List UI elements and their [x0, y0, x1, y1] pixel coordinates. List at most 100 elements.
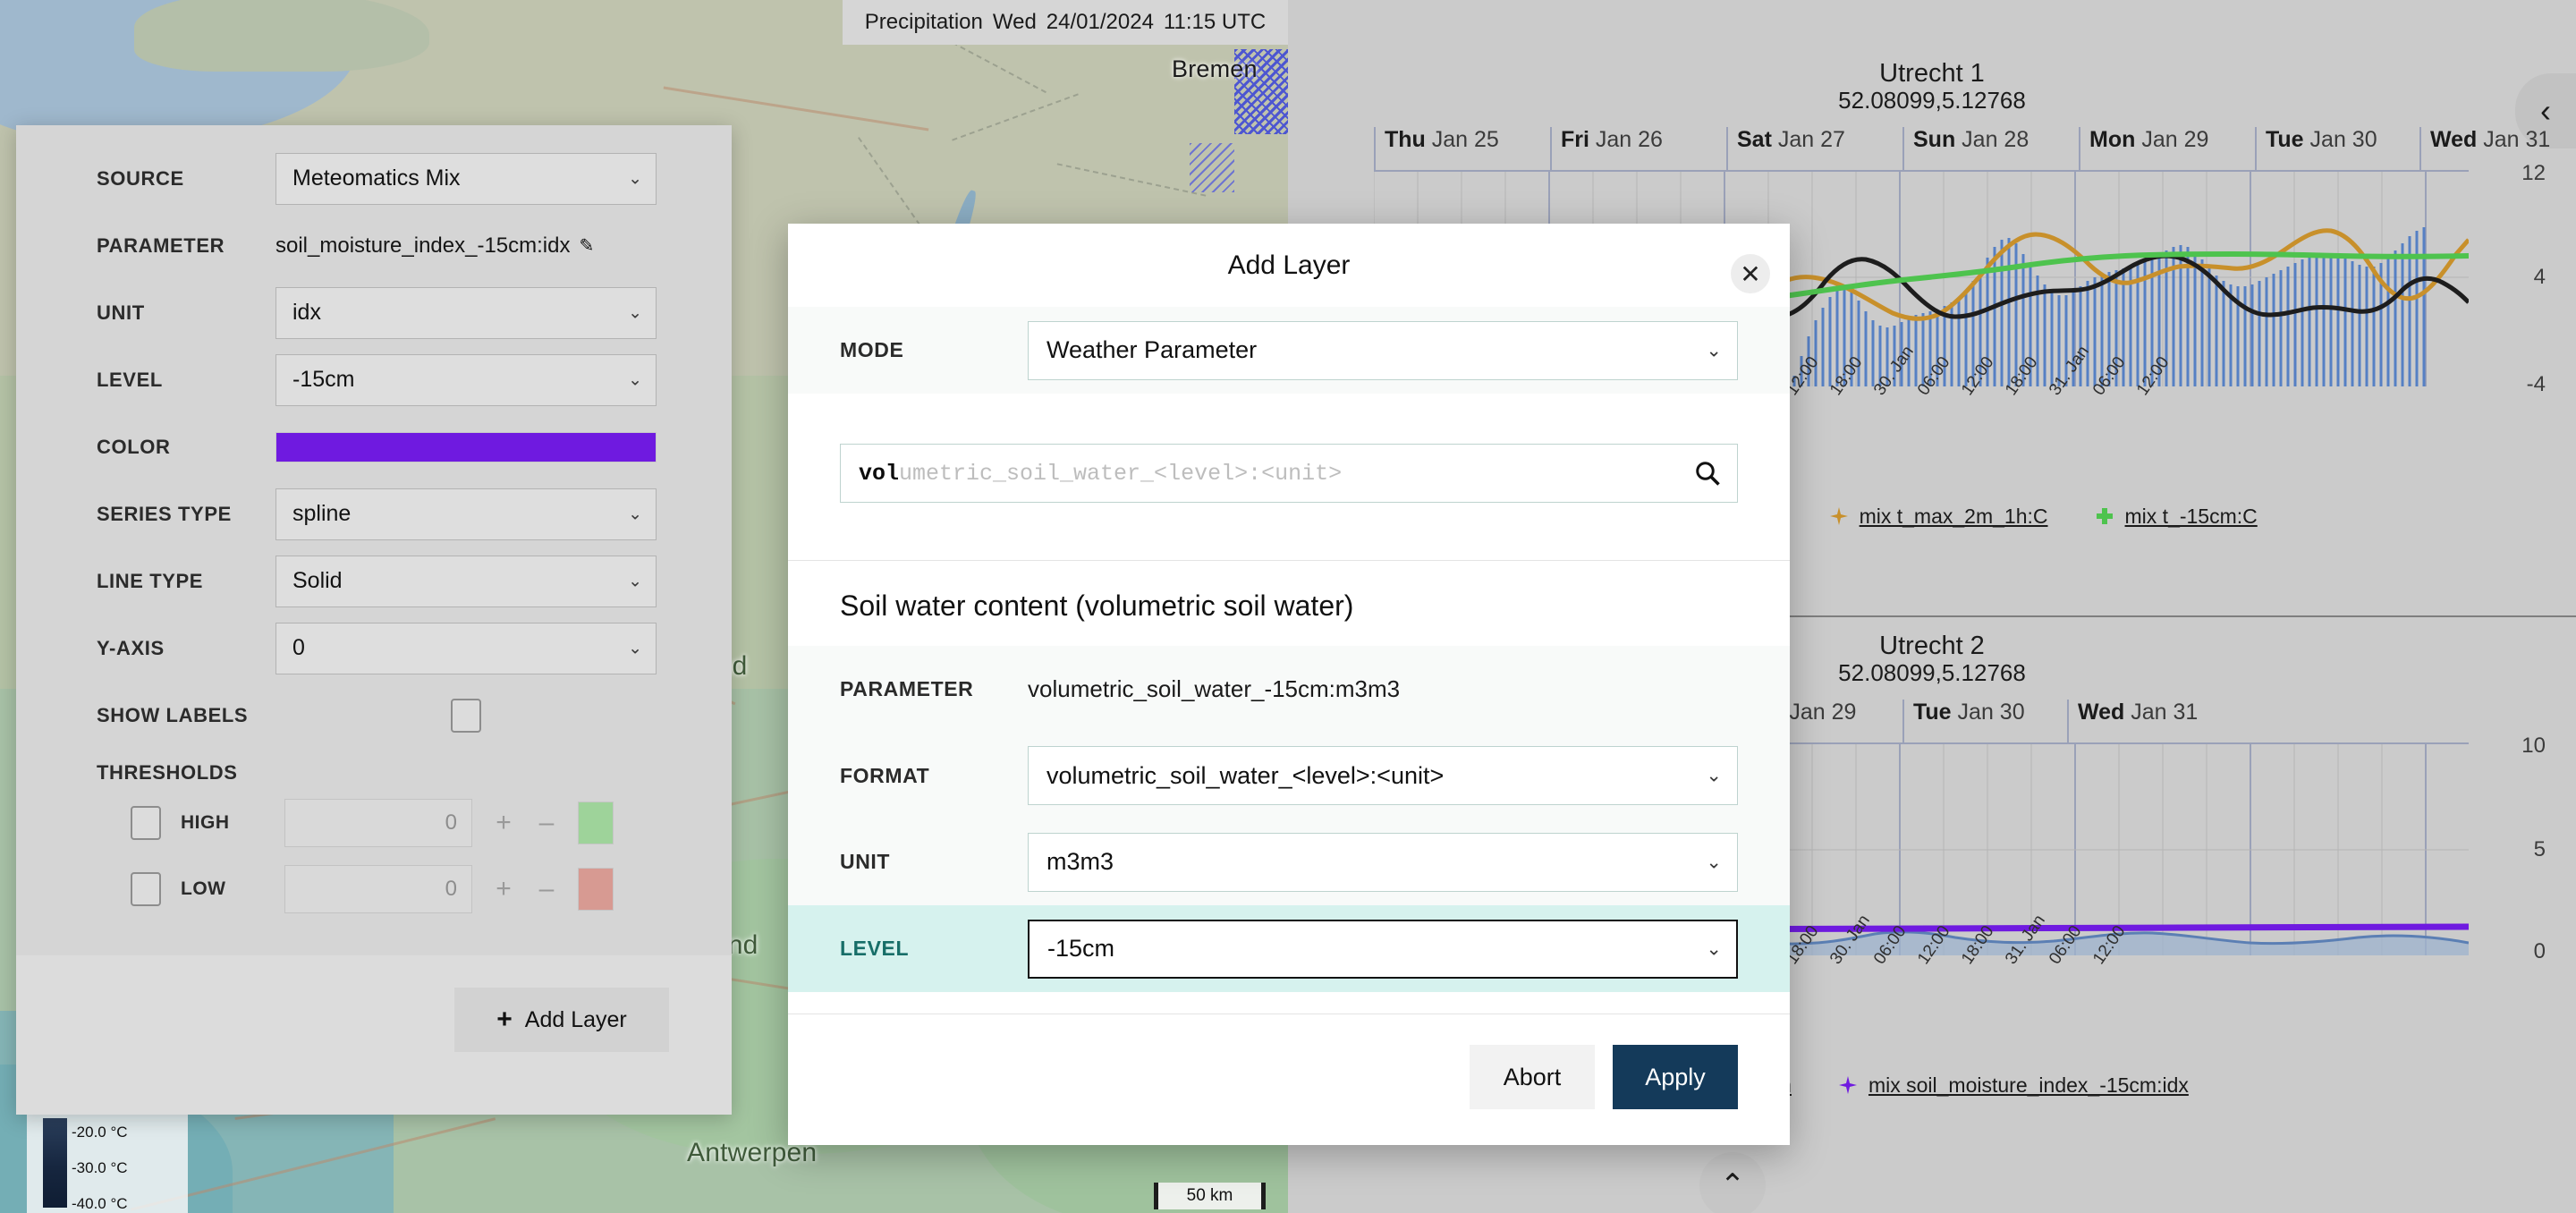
chart-1-ytick-0: 12: [2521, 160, 2546, 185]
parameter-search-input[interactable]: vol umetric_soil_water_<level>:<unit>: [840, 444, 1738, 504]
add-layer-modal: Add Layer ✕ MODE Weather Parameter ⌄ vol…: [788, 224, 1790, 1145]
legend-label-soil-moisture: mix soil_moisture_index_-15cm:idx: [1868, 1073, 2189, 1097]
legend-item-t-max[interactable]: mix t_max_2m_1h:C: [1829, 505, 2048, 529]
map-header-date: 24/01/2024: [1046, 10, 1154, 34]
threshold-low-color-swatch[interactable]: [578, 868, 614, 911]
map-header-bar: Precipitation Wed 24/01/2024 11:15 UTC: [843, 0, 1288, 45]
source-select[interactable]: Meteomatics Mix ⌄: [275, 152, 657, 205]
chart-2-ytick-2: 0: [2533, 938, 2546, 963]
threshold-low-value: 0: [445, 877, 457, 901]
setting-label-color: COLOR: [97, 435, 171, 458]
modal-label-level: LEVEL: [840, 937, 910, 961]
level-select[interactable]: -15cm ⌄: [275, 353, 657, 406]
layer-settings-footer: + Add Layer: [16, 955, 732, 1115]
threshold-low-decrement-icon[interactable]: –: [535, 874, 558, 904]
threshold-high-decrement-icon[interactable]: –: [535, 808, 558, 838]
chart-1-ytick-2: -4: [2526, 371, 2546, 396]
unit-select[interactable]: idx ⌄: [275, 286, 657, 339]
chevron-down-icon: ⌄: [1706, 340, 1722, 361]
legend-item-soil-moisture[interactable]: mix soil_moisture_index_-15cm:idx: [1838, 1073, 2189, 1098]
chevron-down-icon: ⌄: [628, 169, 642, 188]
setting-row-level: LEVEL -15cm ⌄: [16, 346, 732, 413]
map-city-label-bremen: Bremen: [1172, 55, 1258, 82]
abort-button-label: Abort: [1503, 1063, 1562, 1090]
add-layer-button[interactable]: + Add Layer: [454, 988, 669, 1052]
y-axis-value: 0: [292, 635, 305, 660]
apply-button-label: Apply: [1645, 1063, 1706, 1090]
apply-button[interactable]: Apply: [1613, 1045, 1738, 1109]
color-ramp: [43, 1118, 67, 1208]
setting-label-source: SOURCE: [97, 166, 184, 190]
day-header-sun-jan-28: Sun Jan 28: [1902, 126, 2029, 170]
unit-select-modal[interactable]: m3m3 ⌄: [1028, 832, 1738, 892]
series-type-value: spline: [292, 501, 352, 526]
threshold-high-increment-icon[interactable]: +: [492, 808, 515, 838]
threshold-high-value: 0: [445, 810, 457, 835]
mode-select-value: Weather Parameter: [1046, 336, 1258, 364]
color-swatch[interactable]: [275, 431, 657, 462]
chart-2-ytick-1: 5: [2533, 836, 2546, 861]
level-select-modal[interactable]: -15cm ⌄: [1028, 919, 1738, 979]
line-type-select[interactable]: Solid ⌄: [275, 555, 657, 607]
chevron-down-icon: ⌄: [1706, 938, 1722, 960]
setting-row-series-type: SERIES TYPE spline ⌄: [16, 480, 732, 547]
threshold-high-color-swatch[interactable]: [578, 802, 614, 844]
modal-label-mode: MODE: [840, 338, 904, 362]
modal-label-format: FORMAT: [840, 763, 930, 787]
setting-row-color: COLOR: [16, 413, 732, 480]
line-type-value: Solid: [292, 568, 343, 593]
series-type-select[interactable]: spline ⌄: [275, 488, 657, 540]
modal-row-parameter: PARAMETER volumetric_soil_water_-15cm:m3…: [788, 646, 1790, 733]
threshold-low-increment-icon[interactable]: +: [492, 874, 515, 904]
modal-row-level: LEVEL -15cm ⌄: [788, 905, 1790, 993]
search-icon[interactable]: [1694, 460, 1721, 487]
modal-row-mode: MODE Weather Parameter ⌄: [788, 307, 1790, 394]
thresholds-heading: THRESHOLDS: [97, 761, 238, 784]
setting-label-unit: UNIT: [97, 301, 145, 324]
threshold-row-low: LOW 0 + –: [16, 856, 732, 922]
layer-settings-panel[interactable]: SOURCE Meteomatics Mix ⌄ PARAMETER soil_…: [16, 125, 732, 1115]
chevron-down-icon: ⌄: [628, 303, 642, 322]
day2-header-tue-jan-30: Tue Jan 30: [1902, 699, 2025, 742]
setting-row-parameter: PARAMETER soil_moisture_index_-15cm:idx …: [16, 212, 732, 279]
close-icon-glyph: ✕: [1740, 259, 1761, 288]
modal-footer: Abort Apply: [788, 1014, 1790, 1145]
mode-select[interactable]: Weather Parameter ⌄: [1028, 320, 1738, 380]
legend-label-soil-temp: mix t_-15cm:C: [2124, 504, 2258, 528]
threshold-high-input[interactable]: 0: [284, 799, 472, 847]
chevron-down-icon: ⌄: [628, 370, 642, 389]
search-result-title: Soil water content (volumetric soil wate…: [840, 590, 1354, 623]
plus-icon: +: [496, 1005, 513, 1034]
format-select[interactable]: volumetric_soil_water_<level>:<unit> ⌄: [1028, 746, 1738, 806]
y-axis-select[interactable]: 0 ⌄: [275, 622, 657, 674]
setting-row-line-type: LINE TYPE Solid ⌄: [16, 547, 732, 615]
setting-label-show-labels: SHOW LABELS: [97, 703, 249, 726]
threshold-low-input[interactable]: 0: [284, 865, 472, 913]
threshold-high-checkbox[interactable]: [131, 806, 161, 840]
map-color-legend: -20.0 °C -30.0 °C -40.0 °C: [27, 1111, 188, 1213]
expand-charts-button[interactable]: ⌃: [1699, 1152, 1766, 1213]
add-layer-button-label: Add Layer: [524, 1006, 627, 1032]
chevron-down-icon: ⌄: [628, 572, 642, 590]
level-select-modal-value: -15cm: [1047, 935, 1115, 963]
modal-row-format: FORMAT volumetric_soil_water_<level>:<un…: [788, 732, 1790, 819]
day-header-mon-jan-29: Mon Jan 29: [2079, 126, 2208, 170]
abort-button[interactable]: Abort: [1470, 1045, 1595, 1109]
parameter-value-group: soil_moisture_index_-15cm:idx ✎: [275, 233, 657, 259]
chevron-down-icon: ⌄: [1706, 852, 1722, 873]
close-icon[interactable]: ✕: [1731, 254, 1770, 293]
modal-parameter-value: volumetric_soil_water_-15cm:m3m3: [1028, 674, 1401, 702]
setting-label-series-type: SERIES TYPE: [97, 502, 232, 525]
precipitation-overlay-2: [1190, 143, 1234, 192]
legend-tick-1: -30.0 °C: [72, 1159, 128, 1176]
setting-label-line-type: LINE TYPE: [97, 569, 204, 592]
threshold-low-checkbox[interactable]: [131, 872, 161, 906]
chart-1-title-block: Utrecht 1 52.08099,5.12768: [1288, 47, 2576, 115]
chevron-up-icon: ⌃: [1719, 1168, 1746, 1202]
parameter-value: soil_moisture_index_-15cm:idx: [275, 233, 571, 258]
chevron-down-icon: ⌄: [628, 639, 642, 657]
legend-item-soil-temp[interactable]: mix t_-15cm:C: [2095, 505, 2258, 529]
show-labels-checkbox[interactable]: [451, 698, 481, 733]
chevron-down-icon: ⌄: [628, 505, 642, 523]
edit-pencil-icon[interactable]: ✎: [579, 234, 594, 257]
